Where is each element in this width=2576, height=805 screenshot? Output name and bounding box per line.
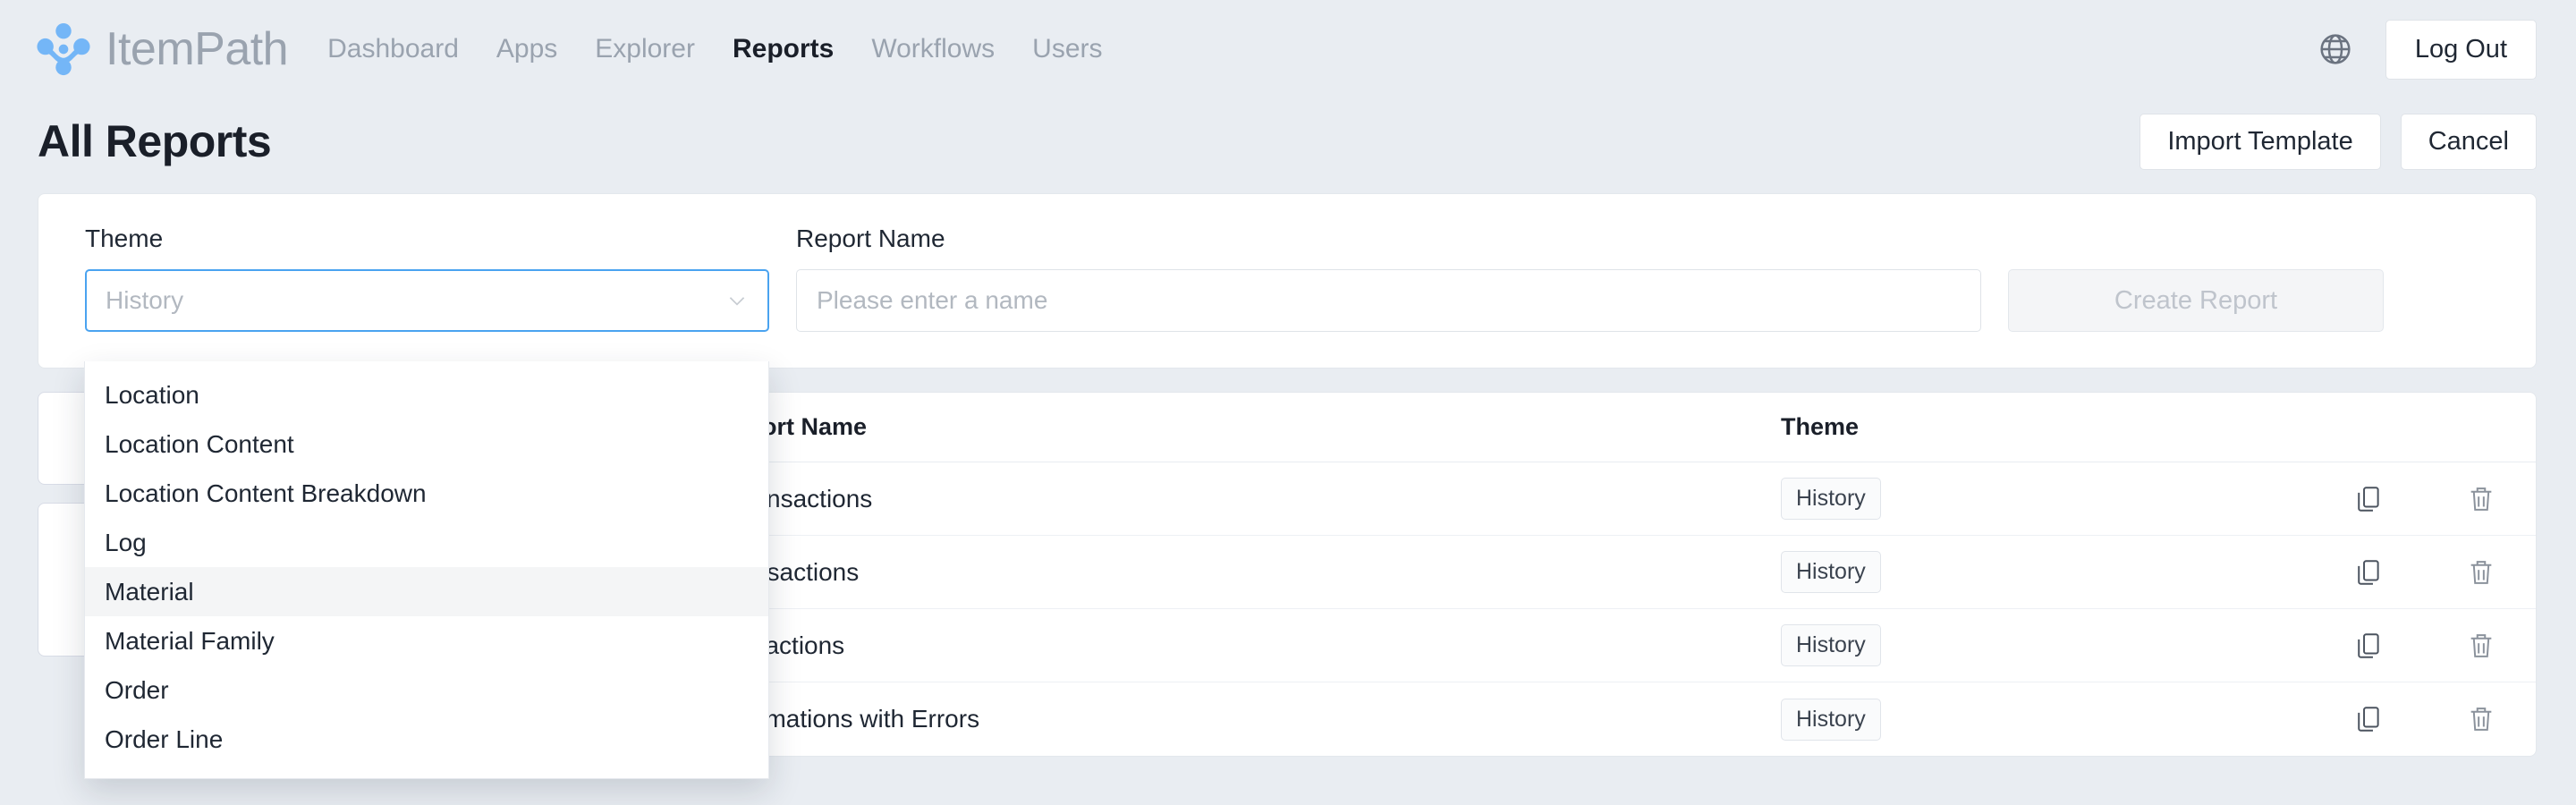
theme-badge: History xyxy=(1781,551,1881,593)
theme-option-location-content[interactable]: Location Content xyxy=(85,419,768,469)
copy-icon[interactable] xyxy=(2353,483,2384,515)
create-report-panel: Theme History Report Name Please enter a… xyxy=(38,193,2537,369)
theme-dropdown-menu: Location Location Content Location Conte… xyxy=(84,361,769,779)
header-actions: Log Out xyxy=(2318,19,2537,80)
theme-badge: History xyxy=(1781,478,1881,520)
page-titlebar: All Reports Import Template Cancel xyxy=(0,98,2576,184)
main-nav: Dashboard Apps Explorer Reports Workflow… xyxy=(327,36,1102,63)
cell-theme: History xyxy=(1781,624,2353,666)
reports-table: Report Name Theme t Transactions History xyxy=(674,392,2537,757)
app-header: ItemPath Dashboard Apps Explorer Reports… xyxy=(0,0,2576,98)
cell-actions xyxy=(2353,483,2496,515)
cell-actions xyxy=(2353,556,2496,589)
theme-badge: History xyxy=(1781,624,1881,666)
cancel-button[interactable]: Cancel xyxy=(2400,113,2537,170)
table-header-row: Report Name Theme xyxy=(675,393,2536,462)
theme-option-order[interactable]: Order xyxy=(85,665,768,715)
cell-theme: History xyxy=(1781,551,2353,593)
theme-option-material-family[interactable]: Material Family xyxy=(85,616,768,665)
theme-badge: History xyxy=(1781,698,1881,741)
brand-name: ItemPath xyxy=(106,23,289,75)
theme-select-value: History xyxy=(106,286,184,314)
column-header-report-name: Report Name xyxy=(716,413,868,440)
theme-select[interactable]: History xyxy=(85,269,769,332)
theme-label: Theme xyxy=(85,225,164,252)
theme-option-log[interactable]: Log xyxy=(85,518,768,567)
cell-report-name: Transactions xyxy=(716,557,860,586)
page-title: All Reports xyxy=(38,116,272,166)
trash-icon[interactable] xyxy=(2466,630,2496,662)
copy-icon[interactable] xyxy=(2353,556,2384,589)
nav-item-reports[interactable]: Reports xyxy=(733,36,834,63)
nav-item-users[interactable]: Users xyxy=(1032,36,1102,63)
cell-actions xyxy=(2353,703,2496,735)
report-name-field: Report Name Please enter a name xyxy=(796,226,1981,332)
cell-theme: History xyxy=(1781,698,2353,741)
nav-item-dashboard[interactable]: Dashboard xyxy=(327,36,459,63)
column-header-theme: Theme xyxy=(1781,413,1860,440)
globe-icon[interactable] xyxy=(2318,31,2353,67)
theme-field: Theme History xyxy=(85,226,769,332)
report-name-label: Report Name xyxy=(796,225,945,252)
import-template-button[interactable]: Import Template xyxy=(2140,113,2381,170)
theme-option-order-line[interactable]: Order Line xyxy=(85,715,768,764)
copy-icon[interactable] xyxy=(2353,703,2384,735)
itempath-logo-icon xyxy=(37,22,90,76)
cell-report-name: t Transactions xyxy=(716,484,873,513)
report-name-input[interactable]: Please enter a name xyxy=(796,269,1981,332)
table-row[interactable]: onfirmations with Errors History xyxy=(675,682,2536,756)
theme-option-material[interactable]: Material xyxy=(85,567,768,616)
trash-icon[interactable] xyxy=(2466,483,2496,515)
create-report-button[interactable]: Create Report xyxy=(2008,269,2384,332)
table-row[interactable]: Transactions History xyxy=(675,536,2536,609)
cell-report-name: ransactions xyxy=(716,631,845,659)
trash-icon[interactable] xyxy=(2466,703,2496,735)
logout-button[interactable]: Log Out xyxy=(2385,19,2537,80)
theme-option-location-content-breakdown[interactable]: Location Content Breakdown xyxy=(85,469,768,518)
nav-item-apps[interactable]: Apps xyxy=(496,36,557,63)
report-name-placeholder: Please enter a name xyxy=(817,286,1048,314)
table-row[interactable]: ransactions History xyxy=(675,609,2536,682)
page-actions: Import Template Cancel xyxy=(2140,113,2537,170)
chevron-down-icon xyxy=(729,297,745,306)
table-row[interactable]: t Transactions History xyxy=(675,462,2536,536)
cell-theme: History xyxy=(1781,478,2353,520)
cell-report-name: onfirmations with Errors xyxy=(716,705,980,733)
theme-option-location[interactable]: Location xyxy=(85,370,768,419)
app-page: ItemPath Dashboard Apps Explorer Reports… xyxy=(0,0,2576,805)
trash-icon[interactable] xyxy=(2466,556,2496,589)
copy-icon[interactable] xyxy=(2353,630,2384,662)
brand[interactable]: ItemPath xyxy=(36,21,289,77)
nav-item-explorer[interactable]: Explorer xyxy=(595,36,695,63)
nav-item-workflows[interactable]: Workflows xyxy=(871,36,995,63)
cell-actions xyxy=(2353,630,2496,662)
